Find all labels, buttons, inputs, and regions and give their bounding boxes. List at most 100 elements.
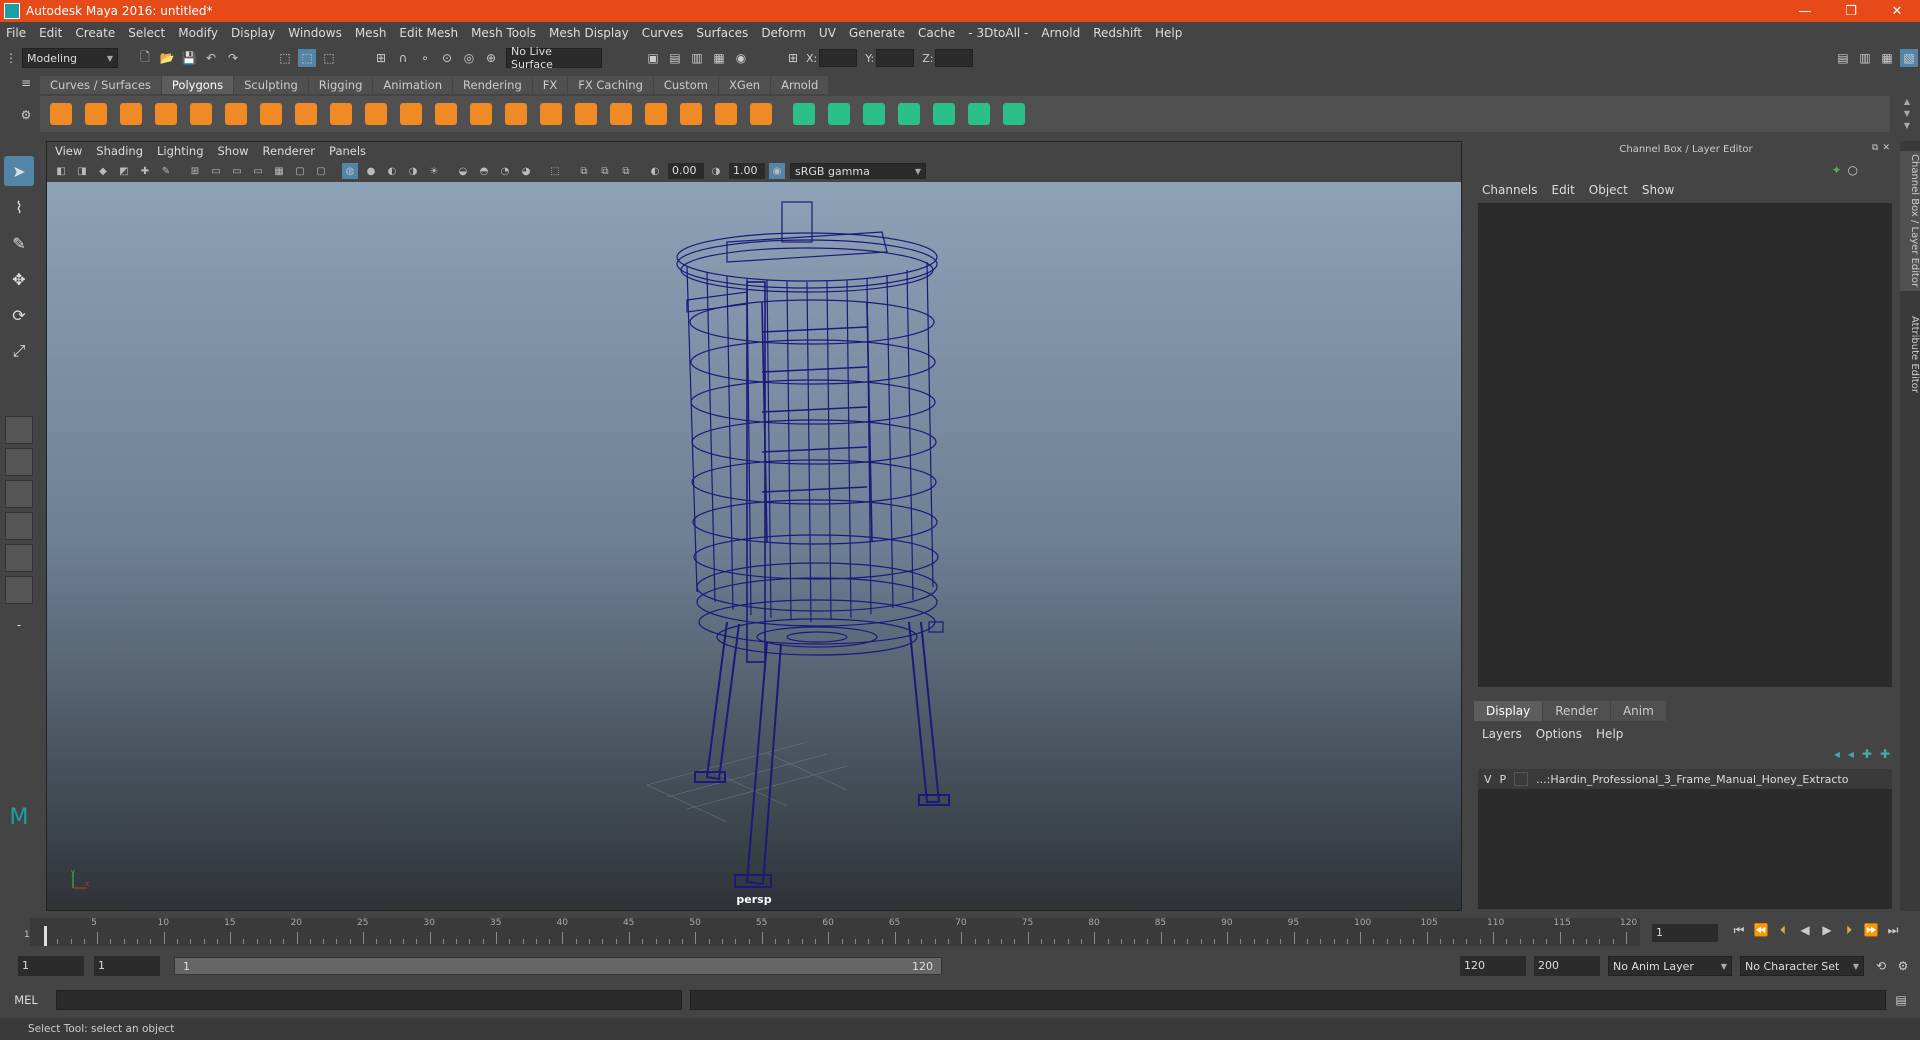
- menu-surfaces[interactable]: Surfaces: [696, 26, 748, 40]
- viewport-menu-panels[interactable]: Panels: [329, 144, 366, 158]
- time-slider[interactable]: 5 10 15 20 25 30 35 40 45 50 55 60 65 70 75 80 85 90 95 100…: [30, 918, 1640, 946]
- shelf-settings-icon[interactable]: ⚙: [16, 108, 36, 122]
- exposure-field[interactable]: 0.00: [668, 163, 704, 179]
- four-pane-layout-icon[interactable]: [5, 448, 33, 476]
- new-layer-icon[interactable]: ✚: [1862, 747, 1872, 761]
- move-tool-icon[interactable]: ✥: [4, 264, 34, 294]
- menu-redshift[interactable]: Redshift: [1093, 26, 1142, 40]
- snap-surface-icon[interactable]: ◎: [460, 49, 478, 67]
- grid-toggle-icon[interactable]: ⊞: [187, 163, 203, 179]
- menu-display[interactable]: Display: [231, 26, 275, 40]
- motion-blur-icon[interactable]: ◔: [497, 163, 513, 179]
- open-scene-icon[interactable]: 📂: [158, 49, 176, 67]
- toggle-tool-settings-icon[interactable]: ▦: [1878, 49, 1896, 67]
- cube-icon[interactable]: [81, 100, 111, 128]
- side-tab-attribute-editor[interactable]: Attribute Editor: [1900, 309, 1920, 399]
- camera-attr-icon[interactable]: ◨: [74, 163, 90, 179]
- select-hierarchy-icon[interactable]: ⬚: [276, 49, 294, 67]
- auto-key-icon[interactable]: ⟲: [1872, 957, 1890, 975]
- close-button[interactable]: ✕: [1874, 4, 1920, 19]
- wireframe-icon[interactable]: ◍: [342, 163, 358, 179]
- z-field[interactable]: [935, 49, 974, 67]
- new-scene-icon[interactable]: 🗋: [136, 49, 154, 67]
- current-frame-field[interactable]: 1: [1652, 924, 1718, 942]
- x-field[interactable]: [819, 49, 858, 67]
- viewport-menu-show[interactable]: Show: [218, 144, 249, 158]
- menu-file[interactable]: File: [6, 26, 26, 40]
- plane-icon[interactable]: [221, 100, 251, 128]
- viewport-menu-view[interactable]: View: [55, 144, 82, 158]
- new-layer-selected-icon[interactable]: ✚: [1880, 747, 1890, 761]
- shelf-scroll[interactable]: ▲ ▼ ▼: [1900, 96, 1914, 132]
- animation-end-field[interactable]: 200: [1534, 956, 1600, 976]
- viewport-menu-shading[interactable]: Shading: [96, 144, 143, 158]
- layer-visibility[interactable]: V: [1484, 773, 1492, 786]
- toggle-channel-box-icon[interactable]: ▧: [1900, 49, 1918, 67]
- viewport-canvas[interactable]: yx persp: [47, 182, 1461, 910]
- resolution-gate-icon[interactable]: ▭: [229, 163, 245, 179]
- menu-select[interactable]: Select: [128, 26, 165, 40]
- uv-auto-icon[interactable]: [929, 100, 959, 128]
- xray-components-icon[interactable]: ⧉: [618, 163, 634, 179]
- scale-tool-icon[interactable]: ⤢: [4, 336, 34, 366]
- layer-tab-display[interactable]: Display: [1474, 701, 1543, 721]
- menu-uv[interactable]: UV: [819, 26, 836, 40]
- uv-planar-icon[interactable]: [824, 100, 854, 128]
- xray-icon[interactable]: ⧉: [576, 163, 592, 179]
- cone-icon[interactable]: [151, 100, 181, 128]
- 2d-pan-icon[interactable]: ✚: [137, 163, 153, 179]
- select-object-icon[interactable]: ⬚: [298, 49, 316, 67]
- extrude-icon[interactable]: [641, 100, 671, 128]
- menu-arnold[interactable]: Arnold: [1041, 26, 1080, 40]
- menu-modify[interactable]: Modify: [178, 26, 218, 40]
- merge-icon[interactable]: [746, 100, 776, 128]
- select-tool-icon[interactable]: ➤: [4, 156, 34, 186]
- render-settings-icon[interactable]: ▦: [710, 49, 728, 67]
- side-tab-channel-box[interactable]: Channel Box / Layer Editor: [1900, 151, 1920, 291]
- menu-create[interactable]: Create: [75, 26, 115, 40]
- mel-input[interactable]: [56, 990, 682, 1010]
- uv-cylindrical-icon[interactable]: [859, 100, 889, 128]
- shadows-icon[interactable]: ◒: [455, 163, 471, 179]
- use-all-lights-icon[interactable]: ☀: [426, 163, 442, 179]
- smooth-shade-icon[interactable]: ●: [363, 163, 379, 179]
- character-set-dropdown[interactable]: No Character Set ▼: [1740, 956, 1864, 976]
- textured-icon[interactable]: ◑: [405, 163, 421, 179]
- maximize-button[interactable]: ❐: [1828, 4, 1874, 19]
- go-to-start-icon[interactable]: ⏮: [1728, 923, 1750, 938]
- move-layer-up-icon[interactable]: ◂: [1834, 747, 1840, 761]
- shelf-tab-rigging[interactable]: Rigging: [308, 76, 373, 94]
- toggle-attribute-editor-icon[interactable]: ▥: [1856, 49, 1874, 67]
- platonic-icon[interactable]: [396, 100, 426, 128]
- live-surface-field[interactable]: No Live Surface: [506, 45, 602, 71]
- render-frame-icon[interactable]: ▤: [666, 49, 684, 67]
- pyramid-icon[interactable]: [256, 100, 286, 128]
- color-management-icon[interactable]: ◉: [769, 163, 785, 179]
- snap-grid-icon[interactable]: ⊞: [372, 49, 390, 67]
- range-slider[interactable]: 1 120: [174, 957, 942, 975]
- snap-view-icon[interactable]: ⊙: [438, 49, 456, 67]
- lasso-tool-icon[interactable]: ⌇: [4, 192, 34, 222]
- rotate-tool-icon[interactable]: ⟳: [4, 300, 34, 330]
- shelf-tab-polygons[interactable]: Polygons: [161, 76, 234, 94]
- snap-live-icon[interactable]: ⊕: [482, 49, 500, 67]
- layer-playback[interactable]: P: [1500, 773, 1507, 786]
- redo-icon[interactable]: ↷: [224, 49, 242, 67]
- bridge-icon[interactable]: [676, 100, 706, 128]
- shelf-tab-xgen[interactable]: XGen: [718, 76, 771, 94]
- extract-icon[interactable]: [501, 100, 531, 128]
- ipr-render-icon[interactable]: ▥: [688, 49, 706, 67]
- camera-select-icon[interactable]: ◧: [53, 163, 69, 179]
- cylinder-icon[interactable]: [116, 100, 146, 128]
- timeline-current-marker[interactable]: [44, 926, 47, 946]
- anti-aliasing-icon[interactable]: ◕: [518, 163, 534, 179]
- layout-more-icon[interactable]: -: [4, 610, 34, 640]
- image-plane-icon[interactable]: ◩: [116, 163, 132, 179]
- snap-curve-icon[interactable]: ∩: [394, 49, 412, 67]
- uv-spherical-icon[interactable]: [894, 100, 924, 128]
- channel-box-color-icon[interactable]: ✦: [1831, 163, 1841, 177]
- separate-icon[interactable]: [466, 100, 496, 128]
- hypershade-layout-icon[interactable]: [5, 576, 33, 604]
- hypershade-icon[interactable]: ◉: [732, 49, 750, 67]
- menu-cache[interactable]: Cache: [918, 26, 955, 40]
